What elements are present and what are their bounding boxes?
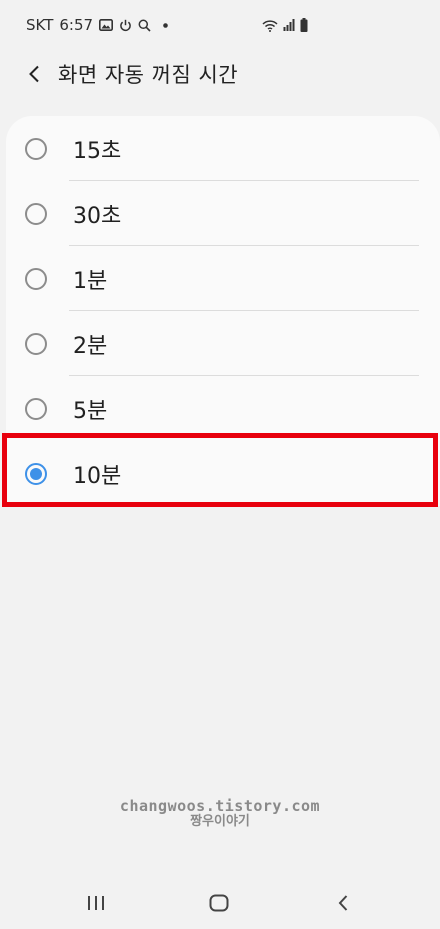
status-right	[262, 18, 308, 32]
wifi-icon	[262, 19, 278, 32]
watermark: changwoos.tistory.com 짱우이야기	[0, 797, 440, 830]
dot-icon	[163, 22, 168, 28]
time-label: 6:57	[59, 16, 94, 34]
back-icon	[338, 895, 348, 911]
back-button[interactable]	[4, 50, 64, 98]
option-label: 2분	[73, 333, 108, 359]
search-icon	[138, 19, 151, 32]
radio-button-selected[interactable]	[25, 462, 47, 485]
status-bar: SKT 6:57	[0, 0, 440, 50]
option-label: 10분	[73, 463, 122, 489]
chevron-left-icon	[29, 65, 39, 83]
watermark-url: changwoos.tistory.com	[119, 797, 321, 815]
status-left: SKT 6:57	[26, 16, 168, 34]
signal-icon	[283, 19, 295, 31]
carrier-label: SKT	[26, 16, 54, 34]
home-button[interactable]	[199, 886, 239, 920]
home-icon	[209, 894, 229, 912]
battery-icon	[300, 18, 308, 32]
timeout-options-list: 15초 30초 1분 2분 5분 10분	[6, 116, 440, 506]
image-icon	[99, 19, 114, 31]
option-label: 30초	[73, 203, 122, 229]
option-1-minute[interactable]: 1분	[6, 246, 440, 311]
option-15-seconds[interactable]: 15초	[6, 116, 440, 181]
recent-apps-button[interactable]	[76, 886, 116, 920]
option-label: 1분	[73, 268, 108, 294]
power-icon	[119, 19, 132, 32]
option-label: 5분	[73, 398, 108, 424]
option-30-seconds[interactable]: 30초	[6, 181, 440, 246]
back-nav-button[interactable]	[323, 886, 363, 920]
radio-button[interactable]	[25, 332, 47, 355]
radio-button[interactable]	[25, 137, 47, 160]
recent-apps-icon	[88, 896, 104, 910]
option-10-minutes[interactable]: 10분	[6, 441, 440, 506]
page-title: 화면 자동 꺼짐 시간	[58, 63, 239, 87]
watermark-name: 짱우이야기	[190, 814, 250, 830]
radio-button[interactable]	[25, 267, 47, 290]
radio-button[interactable]	[25, 397, 47, 420]
option-label: 15초	[73, 138, 122, 164]
radio-button[interactable]	[25, 202, 47, 225]
header: 화면 자동 꺼짐 시간	[0, 50, 440, 98]
option-5-minutes[interactable]: 5분	[6, 376, 440, 441]
option-2-minutes[interactable]: 2분	[6, 311, 440, 376]
navigation-bar	[0, 876, 440, 929]
